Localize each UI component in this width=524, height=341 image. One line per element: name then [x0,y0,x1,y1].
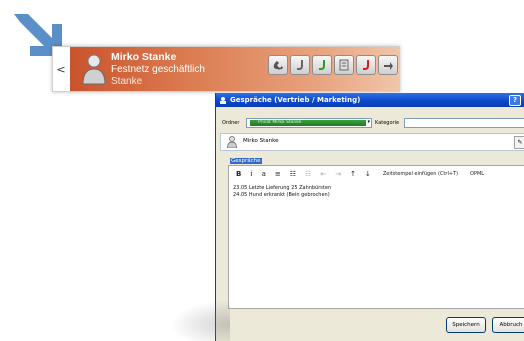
window-titlebar: Gespräche (Vertrieb / Marketing) ? [216,93,524,107]
contact-row: Mirko Stanke ✎ [220,133,524,151]
edit-contact-button[interactable]: ✎ [514,136,524,149]
ordner-select[interactable]: Privat Mirko Stanke ▾ [246,118,372,128]
contact-notification[interactable]: < Mirko Stanke Festnetz geschäftlich Sta… [52,46,400,92]
transfer-icon [384,62,393,70]
help-button[interactable]: ? [509,95,521,106]
indent-icon[interactable]: ☷ [305,170,311,178]
outdent-icon[interactable]: ⇤ [320,170,326,178]
kategorie-label: Kategorie [375,120,400,126]
note-line: 24.05 Hund erkrankt (Bein gebrochen) [233,192,330,198]
hangup-icon [363,60,369,70]
transfer-button[interactable] [378,55,398,75]
ordner-value: Privat Mirko Stanke [250,120,366,126]
italic-button[interactable]: i [250,170,252,178]
opml-button[interactable]: OPML [470,171,484,177]
accept-call-button[interactable] [312,55,332,75]
hangup-button[interactable] [356,55,376,75]
conversation-window: Gespräche (Vertrieb / Marketing) ? Ordne… [215,93,524,341]
window-icon [220,97,226,104]
note-line: 23.05 Letzte Lieferung 25 Zahnbürsten [233,185,332,191]
dropdown-arrow-icon[interactable]: ▾ [367,119,370,125]
underline-button[interactable]: a [262,170,266,178]
notepad-icon [339,59,349,71]
bullet-list-icon[interactable]: ≡ [275,170,281,178]
editor-toolbar: B i a ≡ ☷ ☷ ⇤ ⇥ ↑ ↓ Zeitstempel einfügen… [229,166,524,182]
kategorie-input[interactable] [404,118,524,128]
save-button[interactable]: Speichern [446,317,486,333]
numbered-list-icon[interactable]: ☷ [290,170,296,178]
call-icon [297,60,303,70]
cancel-button[interactable]: Abbruch [492,317,524,333]
note-editor[interactable]: B i a ≡ ☷ ☷ ⇤ ⇥ ↑ ↓ Zeitstempel einfügen… [228,165,524,309]
contact-phone-type: Festnetz geschäftlich [111,64,205,75]
person-icon [82,54,106,85]
shadow-decoration [170,300,230,341]
timestamp-button[interactable]: Zeitstempel einfügen (Ctrl+T) [383,171,458,177]
handset-icon [273,61,283,70]
move-down-icon[interactable]: ↓ [365,170,371,178]
move-up-icon[interactable]: ↑ [350,170,356,178]
note-text: 23.05 Letzte Lieferung 25 Zahnbürsten 24… [233,185,331,199]
subject-field[interactable]: Gespräche [230,158,262,164]
contact-company: Stanke [111,76,143,87]
handset-button[interactable] [268,55,288,75]
window-title: Gespräche (Vertrieb / Marketing) [230,96,361,104]
notepad-button[interactable] [334,55,354,75]
bold-button[interactable]: B [236,170,241,178]
previous-button[interactable]: < [53,47,69,91]
indent-right-icon[interactable]: ⇥ [335,170,341,178]
ordner-label: Ordner [222,120,240,126]
call-green-icon [319,60,325,70]
contact-name: Mirko Stanke [111,51,177,63]
call-button[interactable] [290,55,310,75]
person-icon [227,136,237,148]
contact-field-name: Mirko Stanke [243,138,279,144]
